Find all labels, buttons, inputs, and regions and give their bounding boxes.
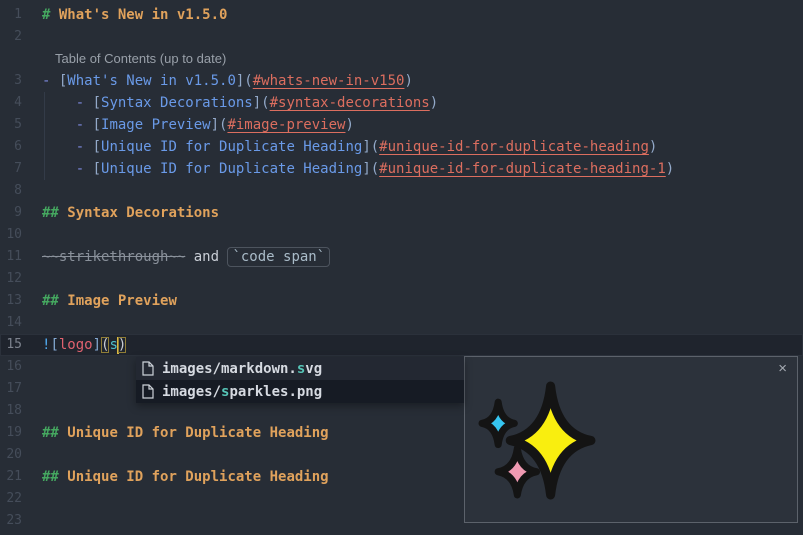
line-number: 2 (0, 26, 30, 48)
line-number: 20 (0, 444, 30, 466)
editor-row: 8 (0, 180, 803, 202)
close-icon[interactable]: × (778, 361, 787, 376)
editor-row: 10 (0, 224, 803, 246)
markdown-editor: 1 # What's New in v1.5.0 2 Table of Content… (0, 0, 803, 535)
suggest-item[interactable]: images/sparkles.png (136, 380, 464, 403)
sparkles-image (475, 377, 601, 503)
editor-line[interactable]: # What's New in v1.5.0 (42, 4, 803, 26)
line-number: 12 (0, 268, 30, 290)
line-number: 1 (0, 4, 30, 26)
editor-line[interactable]: ## Image Preview (42, 290, 803, 312)
line-number: 10 (0, 224, 30, 246)
editor-line[interactable]: - [What's New in v1.5.0](#whats-new-in-v… (42, 70, 803, 92)
editor-line[interactable] (42, 180, 803, 202)
editor-row: 2 (0, 26, 803, 48)
line-number: 3 (0, 70, 30, 92)
line-number: 7 (0, 158, 30, 180)
editor-row: 12 (0, 268, 803, 290)
line-number: 23 (0, 510, 30, 532)
editor-line[interactable] (42, 26, 803, 48)
editor-line[interactable]: - [Syntax Decorations](#syntax-decoratio… (42, 92, 803, 114)
editor-row: 15 ![logo](s) (0, 334, 803, 356)
line-number: 5 (0, 114, 30, 136)
editor-line[interactable]: - [Image Preview](#image-preview) (42, 114, 803, 136)
editor-row: 14 (0, 312, 803, 334)
line-number: 19 (0, 422, 30, 444)
editor-line[interactable]: ~~strikethrough~~ and `code span` (42, 246, 803, 268)
line-number: 6 (0, 136, 30, 158)
editor-line[interactable] (42, 224, 803, 246)
editor-row: 13 ## Image Preview (0, 290, 803, 312)
line-number: 15 (0, 334, 30, 356)
line-number: 9 (0, 202, 30, 224)
editor-row: 5 - [Image Preview](#image-preview) (0, 114, 803, 136)
line-number: 11 (0, 246, 30, 268)
editor-row: 3 - [What's New in v1.5.0](#whats-new-in-… (0, 70, 803, 92)
suggest-item[interactable]: images/markdown.svg (136, 357, 464, 380)
line-number (0, 48, 30, 70)
line-number: 13 (0, 290, 30, 312)
line-number: 22 (0, 488, 30, 510)
editor-line[interactable] (42, 312, 803, 334)
line-number: 21 (0, 466, 30, 488)
line-number: 17 (0, 378, 30, 400)
line-number: 4 (0, 92, 30, 114)
line-number: 8 (0, 180, 30, 202)
suggest-label: images/sparkles.png (162, 384, 322, 400)
editor-row: 7 - [Unique ID for Duplicate Heading](#u… (0, 158, 803, 180)
editor-line[interactable]: - [Unique ID for Duplicate Heading](#uni… (42, 158, 803, 180)
editor-row: 4 - [Syntax Decorations](#syntax-decorat… (0, 92, 803, 114)
editor-line[interactable]: ![logo](s) (42, 334, 803, 356)
suggest-label: images/markdown.svg (162, 361, 322, 377)
autocomplete-dropdown: images/markdown.svg images/sparkles.png (136, 357, 464, 403)
editor-row: Table of Contents (up to date) (0, 48, 803, 70)
line-number: 14 (0, 312, 30, 334)
line-number: 18 (0, 400, 30, 422)
file-icon (142, 361, 154, 376)
editor-row: 1 # What's New in v1.5.0 (0, 4, 803, 26)
editor-row: 9 ## Syntax Decorations (0, 202, 803, 224)
editor-line[interactable] (42, 268, 803, 290)
editor-line[interactable]: - [Unique ID for Duplicate Heading](#uni… (42, 136, 803, 158)
editor-row: 6 - [Unique ID for Duplicate Heading](#u… (0, 136, 803, 158)
image-preview-popup: × (464, 356, 798, 523)
file-icon (142, 384, 154, 399)
line-number: 16 (0, 356, 30, 378)
editor-row: 11 ~~strikethrough~~ and `code span` (0, 246, 803, 268)
codelens-toc[interactable]: Table of Contents (up to date) (42, 48, 803, 70)
editor-line[interactable]: ## Syntax Decorations (42, 202, 803, 224)
